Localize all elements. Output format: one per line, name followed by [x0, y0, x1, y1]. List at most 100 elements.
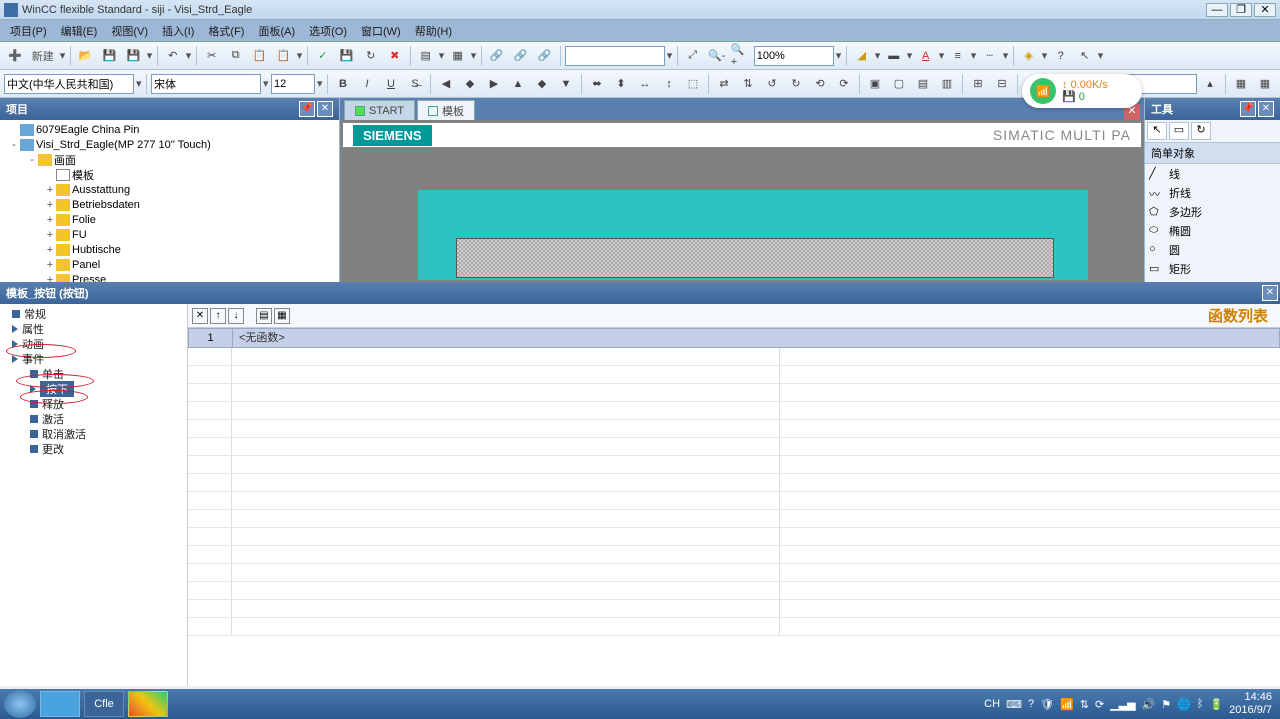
prop-event-deactivate[interactable]: 取消激活 — [2, 426, 185, 441]
check-icon[interactable]: ✓ — [312, 45, 334, 67]
menu-edit[interactable]: 编辑(E) — [55, 21, 104, 41]
tool-item[interactable]: ○圆 — [1145, 240, 1280, 259]
same-height-icon[interactable]: ↕ — [658, 73, 680, 95]
menu-panel[interactable]: 面板(A) — [252, 21, 301, 41]
send-backward-icon[interactable]: ▥ — [936, 73, 958, 95]
panel-pin-icon[interactable]: 📌 — [299, 101, 315, 117]
tree-item[interactable]: -Visi_Strd_Eagle(MP 277 10'' Touch) — [2, 137, 337, 152]
distribute-v-icon[interactable]: ⬍ — [610, 73, 632, 95]
copy-icon[interactable]: ⧉ — [225, 45, 247, 67]
group-icon[interactable]: ▦ — [447, 45, 469, 67]
ungroup-icon[interactable]: ⊟ — [991, 73, 1013, 95]
layer-icon[interactable]: ◈ — [1018, 45, 1040, 67]
align-right-icon[interactable]: ▶ — [483, 73, 505, 95]
func-up-icon[interactable]: ↑ — [210, 308, 226, 324]
maximize-button[interactable]: ❐ — [1230, 3, 1252, 17]
same-size-icon[interactable]: ⬚ — [682, 73, 704, 95]
line-dash-icon[interactable]: ┄ — [979, 45, 1001, 67]
tool-item[interactable]: ⬠多边形 — [1145, 202, 1280, 221]
design-button-object[interactable] — [456, 238, 1054, 278]
tray-flag-icon[interactable]: ⚑ — [1161, 698, 1171, 711]
tab-start[interactable]: START — [344, 100, 415, 120]
save-all-icon[interactable]: 💾 — [123, 45, 145, 67]
tree-item[interactable]: 模板 — [2, 167, 337, 182]
tree-item[interactable]: +FU — [2, 227, 337, 242]
func-delete-icon[interactable]: ✕ — [192, 308, 208, 324]
align-top-icon[interactable]: ▲ — [507, 73, 529, 95]
prop-event-activate[interactable]: 激活 — [2, 411, 185, 426]
prop-event-change[interactable]: 更改 — [2, 441, 185, 456]
menu-options[interactable]: 选项(O) — [303, 21, 353, 41]
taskbar-app-icon[interactable]: Cfle — [84, 691, 124, 717]
prop-event-release[interactable]: 释放 — [2, 396, 185, 411]
tray-keyboard-icon[interactable]: ⌨ — [1006, 698, 1022, 711]
start-button[interactable] — [4, 690, 36, 718]
delete-icon[interactable]: ✖ — [384, 45, 406, 67]
font-combo[interactable] — [151, 74, 261, 94]
extra1-icon[interactable]: ▦ — [1230, 73, 1252, 95]
property-close-icon[interactable]: ✕ — [1262, 285, 1278, 301]
tray-speed-icon[interactable]: ⇅ — [1080, 698, 1089, 711]
italic-icon[interactable]: I — [356, 73, 378, 95]
tray-battery-icon[interactable]: 🔋 — [1209, 698, 1223, 711]
tree-item[interactable]: +Panel — [2, 257, 337, 272]
align-center-icon[interactable]: ◆ — [459, 73, 481, 95]
tray-update-icon[interactable]: ⟳ — [1095, 698, 1104, 711]
bring-front-icon[interactable]: ▣ — [864, 73, 886, 95]
bold-icon[interactable]: B — [332, 73, 354, 95]
tool-item[interactable]: ⬭椭圆 — [1145, 221, 1280, 240]
align-icon[interactable]: ▤ — [415, 45, 437, 67]
save-icon[interactable]: 💾 — [99, 45, 121, 67]
object-combo[interactable] — [565, 46, 665, 66]
tool-item[interactable]: 〰折线 — [1145, 183, 1280, 202]
project-tree[interactable]: 6079Eagle China Pin-Visi_Strd_Eagle(MP 2… — [0, 120, 339, 282]
menu-view[interactable]: 视图(V) — [105, 21, 154, 41]
func-down-icon[interactable]: ↓ — [228, 308, 244, 324]
tray-network-icon[interactable]: 🌐 — [1177, 698, 1191, 711]
tray-volume-icon[interactable]: 🔊 — [1142, 698, 1156, 711]
design-surface[interactable]: SIEMENS SIMATIC MULTI PA — [340, 120, 1144, 282]
tray-signal-icon[interactable]: ▁▃▅ — [1110, 698, 1135, 711]
line-color-icon[interactable]: ▬ — [883, 45, 905, 67]
same-width-icon[interactable]: ↔ — [634, 73, 656, 95]
close-button[interactable]: ✕ — [1254, 3, 1276, 17]
extra2-icon[interactable]: ▦ — [1254, 73, 1276, 95]
align-left-icon[interactable]: ◀ — [435, 73, 457, 95]
zoom-out-icon[interactable]: 🔍- — [706, 45, 728, 67]
language-combo[interactable] — [4, 74, 134, 94]
send-back-icon[interactable]: ▢ — [888, 73, 910, 95]
link3-icon[interactable]: 🔗 — [534, 45, 556, 67]
font-color-icon[interactable]: A — [915, 45, 937, 67]
rotate-270-icon[interactable]: ⟳ — [833, 73, 855, 95]
rotate-90-icon[interactable]: ⟲ — [809, 73, 831, 95]
link1-icon[interactable]: 🔗 — [486, 45, 508, 67]
rotate-l-icon[interactable]: ↺ — [761, 73, 783, 95]
flip-h-icon[interactable]: ⇄ — [713, 73, 735, 95]
ime-indicator[interactable]: CH — [984, 698, 1000, 710]
function-row-text[interactable]: <无函数> — [233, 329, 1279, 347]
undo-icon[interactable]: ↶ — [162, 45, 184, 67]
tree-item[interactable]: +Folie — [2, 212, 337, 227]
tree-item[interactable]: 6079Eagle China Pin — [2, 122, 337, 137]
prop-event-press[interactable]: 按下 — [2, 381, 185, 396]
menu-project[interactable]: 项目(P) — [4, 21, 53, 41]
tool-item[interactable]: ╱线 — [1145, 164, 1280, 183]
new-button[interactable]: 新建 — [28, 48, 58, 64]
pointer-icon[interactable]: ↖ — [1074, 45, 1096, 67]
zoom-fit-icon[interactable]: ⤢ — [682, 45, 704, 67]
tab-template[interactable]: 模板 — [417, 100, 475, 120]
tools-category[interactable]: 简单对象 — [1145, 142, 1280, 164]
tray-bt-icon[interactable]: ᛒ — [1197, 698, 1204, 710]
minimize-button[interactable]: — — [1206, 3, 1228, 17]
function-list-row[interactable]: 1 <无函数> — [188, 328, 1280, 348]
zoom-in-icon[interactable]: 🔍+ — [730, 45, 752, 67]
property-tree[interactable]: 常规 属性 动画 事件 单击 按下 释放 激活 取消激活 更改 — [0, 304, 188, 686]
tray-help-icon[interactable]: ? — [1028, 698, 1034, 710]
tree-item[interactable]: -画面 — [2, 152, 337, 167]
menu-format[interactable]: 格式(F) — [202, 21, 250, 41]
tool-pointer-icon[interactable]: ↖ — [1147, 122, 1167, 140]
prop-events[interactable]: 事件 — [2, 351, 185, 366]
tray-wifi-icon[interactable]: 📶 — [1060, 698, 1074, 711]
menu-window[interactable]: 窗口(W) — [355, 21, 407, 41]
tools-close-icon[interactable]: ✕ — [1258, 101, 1274, 117]
